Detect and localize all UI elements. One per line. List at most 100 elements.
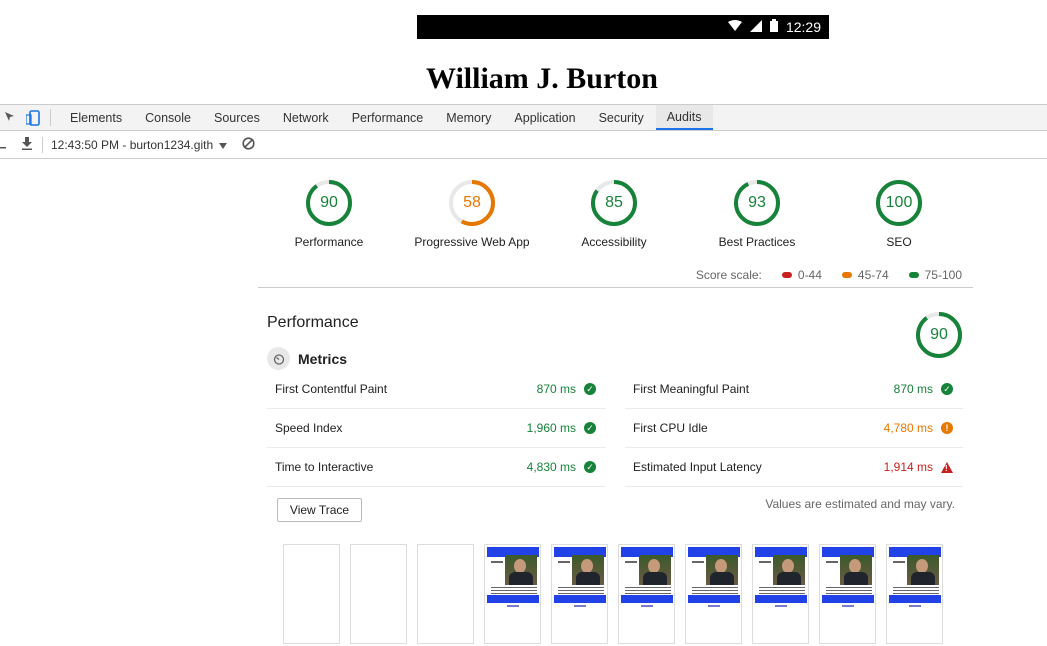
- frame-thumbnail-part: [643, 572, 667, 585]
- frame-thumbnail-part: [759, 587, 805, 595]
- score-scale-label: Score scale:: [695, 268, 762, 282]
- frame-thumbnail-part: [491, 587, 537, 595]
- score-value: 90: [320, 194, 338, 211]
- filmstrip-frame: [417, 544, 474, 644]
- average-info-icon: !: [941, 422, 953, 434]
- audits-toolbar: 12:43:50 PM - burton1234.gith: [0, 131, 1047, 159]
- pass-check-icon: ✓: [584, 383, 596, 395]
- filmstrip-frame: [819, 544, 876, 644]
- frame-thumbnail-part: [777, 572, 801, 585]
- frame-thumbnail-part: [755, 595, 807, 603]
- metrics-header: Metrics: [267, 347, 347, 370]
- category-label: Performance: [294, 235, 364, 249]
- tab-memory[interactable]: Memory: [435, 105, 503, 130]
- frame-thumbnail-part: [625, 587, 671, 595]
- cell-signal-icon: [749, 19, 762, 35]
- filmstrip-frame: [551, 544, 608, 644]
- report-selector[interactable]: 12:43:50 PM - burton1234.gith: [51, 138, 213, 152]
- frame-thumbnail-part: [574, 605, 586, 607]
- metric-name: Time to Interactive: [275, 460, 374, 474]
- toolbar-divider: [42, 136, 43, 153]
- category-seo[interactable]: 100 SEO: [829, 179, 969, 249]
- tab-sources[interactable]: Sources: [203, 105, 272, 130]
- preview-page-heading: William J. Burton: [426, 62, 658, 95]
- score-value: 93: [748, 194, 766, 211]
- filmstrip-frame: [350, 544, 407, 644]
- frame-thumbnail-part: [692, 587, 738, 595]
- scale-pass-swatch: [908, 272, 919, 278]
- phone-status-bar: 12:29: [417, 15, 829, 39]
- tab-elements[interactable]: Elements: [59, 105, 134, 130]
- frame-thumbnail-part: [782, 559, 794, 573]
- section-divider: [258, 287, 973, 288]
- pass-check-icon: ✓: [584, 461, 596, 473]
- metric-name: First Contentful Paint: [275, 382, 388, 396]
- frame-thumbnail-part: [893, 561, 905, 563]
- frame-thumbnail-part: [759, 561, 771, 563]
- category-pwa[interactable]: 58 Progressive Web App: [402, 179, 542, 249]
- frame-thumbnail-part: [625, 561, 637, 563]
- scale-average-range: 45-74: [857, 268, 889, 282]
- filmstrip-frame: [484, 544, 541, 644]
- tab-console[interactable]: Console: [134, 105, 203, 130]
- frame-thumbnail-part: [708, 605, 720, 607]
- metric-value: 1,914 ms: [883, 460, 933, 474]
- view-trace-button[interactable]: View Trace: [277, 498, 362, 522]
- device-toolbar-icon[interactable]: [22, 105, 44, 130]
- scale-pass-range: 75-100: [924, 268, 962, 282]
- battery-icon: [769, 19, 778, 35]
- frame-thumbnail-part: [844, 572, 868, 585]
- estimate-note: Values are estimated and may vary.: [765, 497, 955, 511]
- tab-performance[interactable]: Performance: [341, 105, 436, 130]
- devtools-tab-bar: Elements Console Sources Network Perform…: [0, 104, 1047, 131]
- frame-thumbnail-part: [822, 595, 874, 603]
- scale-fail-swatch: [781, 272, 792, 278]
- category-label: Accessibility: [581, 235, 647, 249]
- filmstrip-frame: [283, 544, 340, 644]
- frame-thumbnail-part: [509, 572, 533, 585]
- stopwatch-icon: [267, 347, 290, 370]
- scale-average: 45-74: [841, 268, 889, 282]
- toolbar-add-icon[interactable]: [0, 138, 6, 152]
- tab-security[interactable]: Security: [588, 105, 656, 130]
- category-accessibility[interactable]: 85 Accessibility: [544, 179, 684, 249]
- frame-thumbnail-part: [487, 595, 539, 603]
- tab-audits[interactable]: Audits: [655, 105, 714, 130]
- category-label: SEO: [886, 235, 912, 249]
- category-best-practices[interactable]: 93 Best Practices: [687, 179, 827, 249]
- metric-value: 4,830 ms: [526, 460, 576, 474]
- download-icon[interactable]: [20, 136, 34, 153]
- frame-thumbnail-part: [889, 595, 941, 603]
- frame-thumbnail-part: [692, 561, 704, 563]
- tab-application[interactable]: Application: [503, 105, 587, 130]
- frame-thumbnail-part: [581, 559, 593, 573]
- metric-speed-index: Speed Index 1,960 ms ✓: [267, 409, 606, 448]
- dropdown-arrow-icon[interactable]: [217, 138, 229, 152]
- frame-thumbnail-part: [554, 595, 606, 603]
- frame-thumbnail-part: [826, 587, 872, 595]
- frame-thumbnail-part: [576, 572, 600, 585]
- metric-value: 1,960 ms: [526, 421, 576, 435]
- score-gauge: 58: [448, 179, 496, 227]
- frame-thumbnail-part: [849, 559, 861, 573]
- frame-thumbnail-part: [715, 559, 727, 573]
- frame-thumbnail-part: [507, 605, 519, 607]
- metric-first-meaningful-paint: First Meaningful Paint 870 ms ✓: [625, 370, 963, 409]
- performance-score-value: 90: [930, 326, 948, 343]
- performance-score-gauge: 90: [915, 311, 963, 359]
- frame-thumbnail-part: [826, 561, 838, 563]
- frame-thumbnail-part: [911, 572, 935, 585]
- frame-thumbnail-part: [916, 559, 928, 573]
- scale-fail: 0-44: [781, 268, 822, 282]
- toolbar-divider: [50, 109, 51, 126]
- phone-viewport: 12:29 William J. Burton: [417, 15, 829, 104]
- filmstrip-frame: [685, 544, 742, 644]
- inspect-element-icon[interactable]: [0, 105, 22, 130]
- clear-icon[interactable]: [241, 136, 255, 153]
- frame-thumbnail-part: [641, 605, 653, 607]
- device-preview: 12:29 William J. Burton: [0, 0, 1047, 104]
- scale-pass: 75-100: [908, 268, 962, 282]
- category-performance[interactable]: 90 Performance: [259, 179, 399, 249]
- tab-network[interactable]: Network: [272, 105, 341, 130]
- performance-section-title: Performance: [267, 314, 359, 331]
